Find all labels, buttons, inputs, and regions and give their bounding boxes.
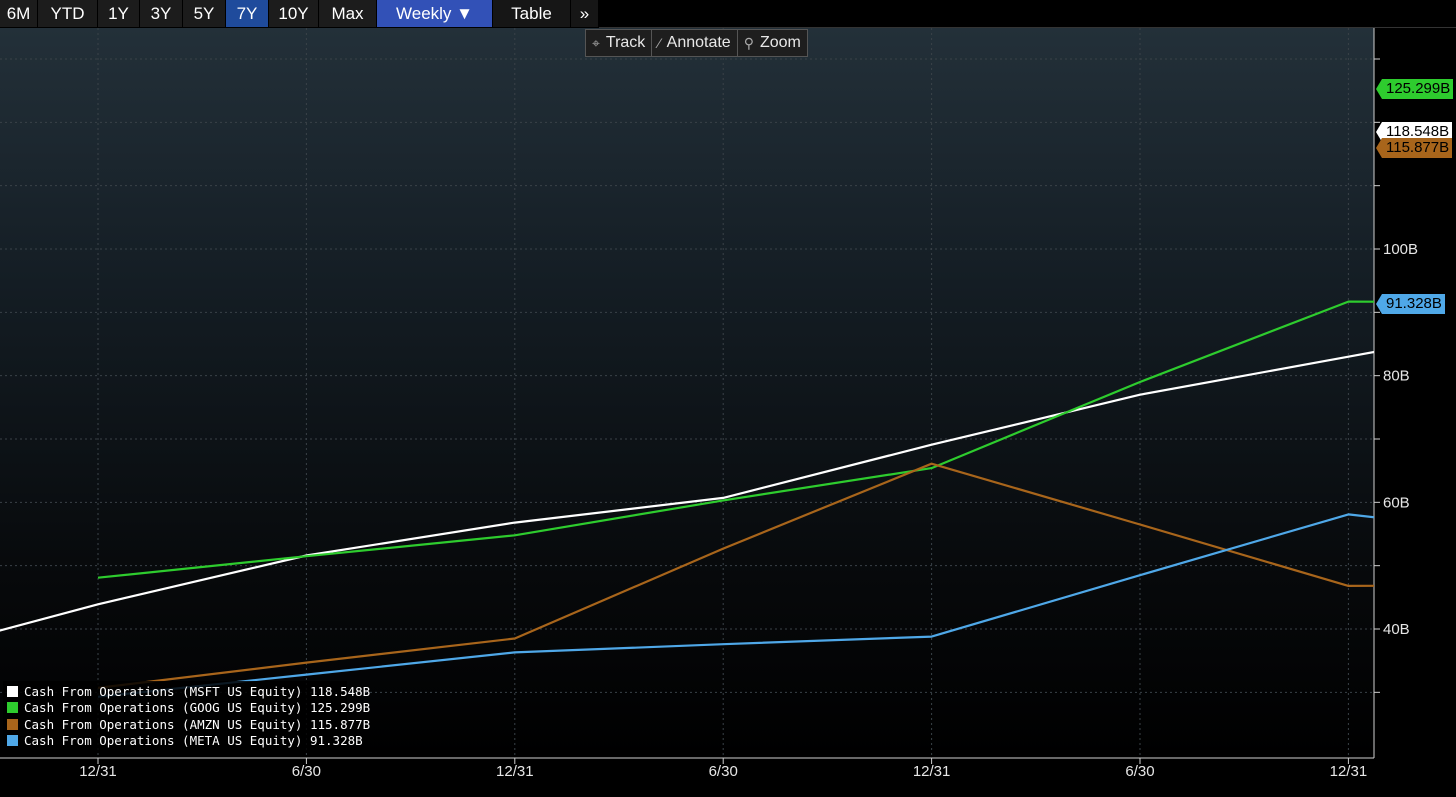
series-line-2 [97, 462, 1374, 689]
last-value-tag: 115.877B [1375, 138, 1453, 159]
last-value-tag: 125.299B [1375, 78, 1454, 99]
x-tick-label: 6/30 [292, 763, 321, 780]
x-tick-label: 6/30 [709, 763, 738, 780]
x-tick-label: 12/31 [913, 763, 951, 780]
magnifier-icon: ⚲ [743, 34, 754, 51]
x-tick-label: 6/30 [1125, 763, 1154, 780]
legend-swatch [7, 685, 18, 697]
pencil-icon: ⁄ [658, 35, 661, 51]
series-line-3 [97, 513, 1374, 698]
legend-item: Cash From Operations (GOOG US Equity) 12… [7, 700, 370, 717]
legend-swatch [7, 718, 18, 730]
y-tick-label: 60B [1383, 494, 1410, 511]
line-chart[interactable]: 12/316/3012/316/3012/316/3012/316/3012/3… [0, 0, 1456, 797]
legend-label: Cash From Operations (MSFT US Equity) 11… [24, 683, 371, 699]
x-tick-label: 12/31 [79, 763, 117, 780]
annotate-label: Annotate [666, 34, 731, 51]
series-line-1 [97, 300, 1374, 579]
track-label: Track [605, 34, 646, 51]
x-tick-label: 12/31 [496, 763, 534, 780]
y-tick-label: 80B [1383, 368, 1410, 385]
legend-swatch [7, 735, 18, 747]
track-tool-button[interactable]: ⌖ Track [586, 30, 653, 56]
y-tick-label: 40B [1383, 621, 1410, 638]
chart-legend: Cash From Operations (MSFT US Equity) 11… [3, 681, 370, 753]
crosshair-icon: ⌖ [592, 34, 600, 51]
zoom-label: Zoom [759, 34, 801, 51]
annotate-tool-button[interactable]: ⁄ Annotate [652, 30, 738, 56]
legend-label: Cash From Operations (AMZN US Equity) 11… [24, 716, 371, 732]
chart-tools: ⌖ Track ⁄ Annotate ⚲ Zoom [585, 29, 808, 57]
y-tick-label: 100B [1383, 241, 1418, 258]
legend-item: Cash From Operations (META US Equity) 91… [7, 733, 363, 750]
legend-item: Cash From Operations (AMZN US Equity) 11… [7, 716, 370, 733]
legend-item: Cash From Operations (MSFT US Equity) 11… [7, 683, 370, 700]
series-line-0 [0, 350, 1374, 632]
legend-label: Cash From Operations (GOOG US Equity) 12… [24, 700, 371, 716]
zoom-tool-button[interactable]: ⚲ Zoom [738, 30, 807, 56]
last-value-tag: 91.328B [1376, 294, 1445, 315]
legend-label: Cash From Operations (META US Equity) 91… [24, 733, 363, 749]
legend-swatch [7, 702, 18, 714]
x-tick-label: 12/31 [1330, 763, 1368, 780]
